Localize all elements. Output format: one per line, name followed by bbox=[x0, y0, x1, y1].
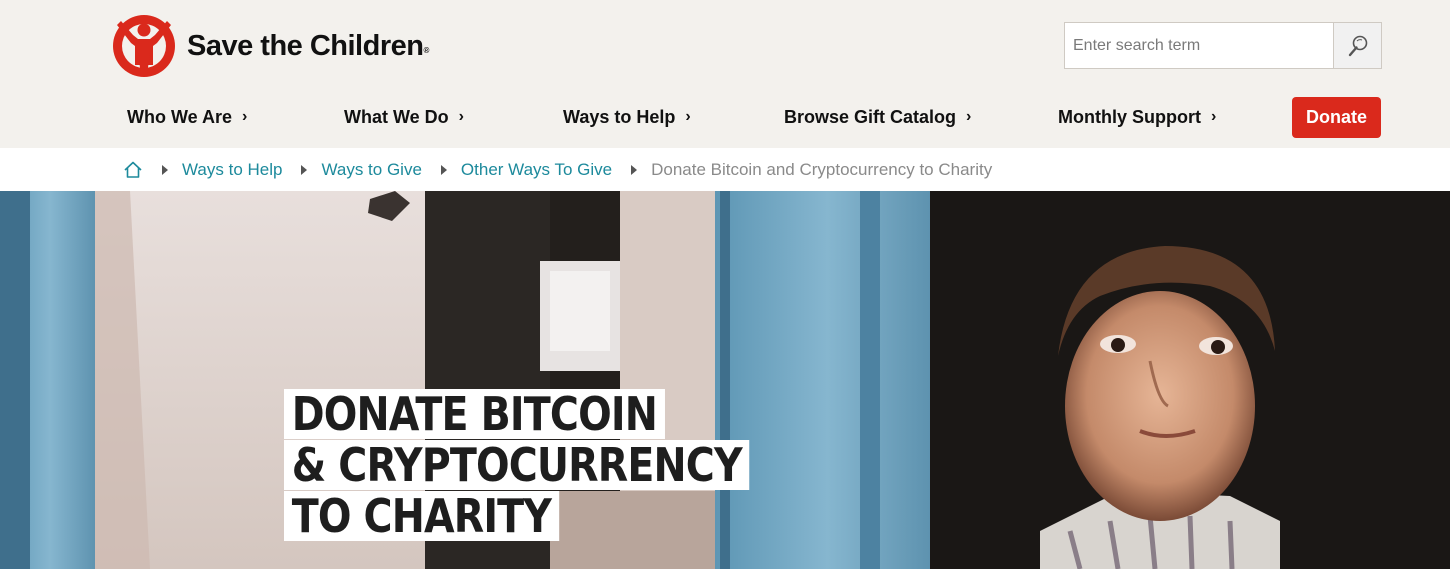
search-box bbox=[1064, 22, 1382, 69]
nav-label: Who We Are bbox=[127, 106, 233, 127]
chevron-right-icon: › bbox=[966, 108, 972, 125]
chevron-right-icon: › bbox=[242, 108, 248, 125]
chevron-right-icon: › bbox=[685, 108, 691, 125]
search-input[interactable] bbox=[1065, 23, 1333, 68]
nav-monthly-support[interactable]: Monthly Support › bbox=[1058, 97, 1216, 137]
breadcrumb-current-page: Donate Bitcoin and Cryptocurrency to Cha… bbox=[651, 159, 993, 179]
nav-browse-gift-catalog[interactable]: Browse Gift Catalog › bbox=[784, 97, 971, 137]
breadcrumb-separator-icon bbox=[631, 164, 638, 175]
nav-label: Browse Gift Catalog bbox=[784, 106, 957, 127]
hero-banner: DONATE BITCOIN & CRYPTOCURRENCY TO CHARI… bbox=[0, 191, 1450, 569]
hero-title-line: DONATE BITCOIN bbox=[284, 389, 665, 439]
nav-label: Monthly Support bbox=[1058, 106, 1201, 127]
hero-title-line: & CRYPTOCURRENCY bbox=[284, 440, 750, 490]
breadcrumb-link-ways-to-give[interactable]: Ways to Give bbox=[321, 160, 421, 180]
logo-wordmark: Save the Children® bbox=[187, 29, 429, 62]
breadcrumb-separator-icon bbox=[301, 164, 308, 175]
site-header: Save the Children® Who We Are › What We … bbox=[0, 0, 1450, 148]
breadcrumb: Ways to Help Ways to Give Other Ways To … bbox=[0, 148, 1450, 191]
site-logo[interactable]: Save the Children® bbox=[111, 13, 429, 79]
home-icon[interactable] bbox=[123, 160, 143, 180]
nav-who-we-are[interactable]: Who We Are › bbox=[127, 97, 247, 137]
breadcrumb-link-ways-to-help[interactable]: Ways to Help bbox=[182, 160, 282, 180]
breadcrumb-separator-icon bbox=[440, 164, 447, 175]
search-button[interactable] bbox=[1333, 23, 1381, 68]
nav-label: What We Do bbox=[344, 106, 449, 127]
chevron-right-icon: › bbox=[458, 108, 464, 125]
magnifier-icon bbox=[1348, 35, 1367, 56]
hero-title: DONATE BITCOIN & CRYPTOCURRENCY TO CHARI… bbox=[284, 389, 825, 542]
main-nav: Who We Are › What We Do › Ways to Help ›… bbox=[0, 97, 1450, 137]
donate-button[interactable]: Donate bbox=[1292, 97, 1381, 138]
nav-what-we-do[interactable]: What We Do › bbox=[344, 97, 464, 137]
nav-label: Ways to Help bbox=[563, 106, 676, 127]
save-the-children-logo-icon bbox=[113, 15, 175, 77]
hero-title-line: TO CHARITY bbox=[284, 491, 559, 541]
nav-ways-to-help[interactable]: Ways to Help › bbox=[563, 97, 691, 137]
chevron-right-icon: › bbox=[1210, 108, 1217, 125]
breadcrumb-link-other-ways-to-give[interactable]: Other Ways To Give bbox=[461, 160, 612, 180]
breadcrumb-separator-icon bbox=[162, 164, 168, 175]
